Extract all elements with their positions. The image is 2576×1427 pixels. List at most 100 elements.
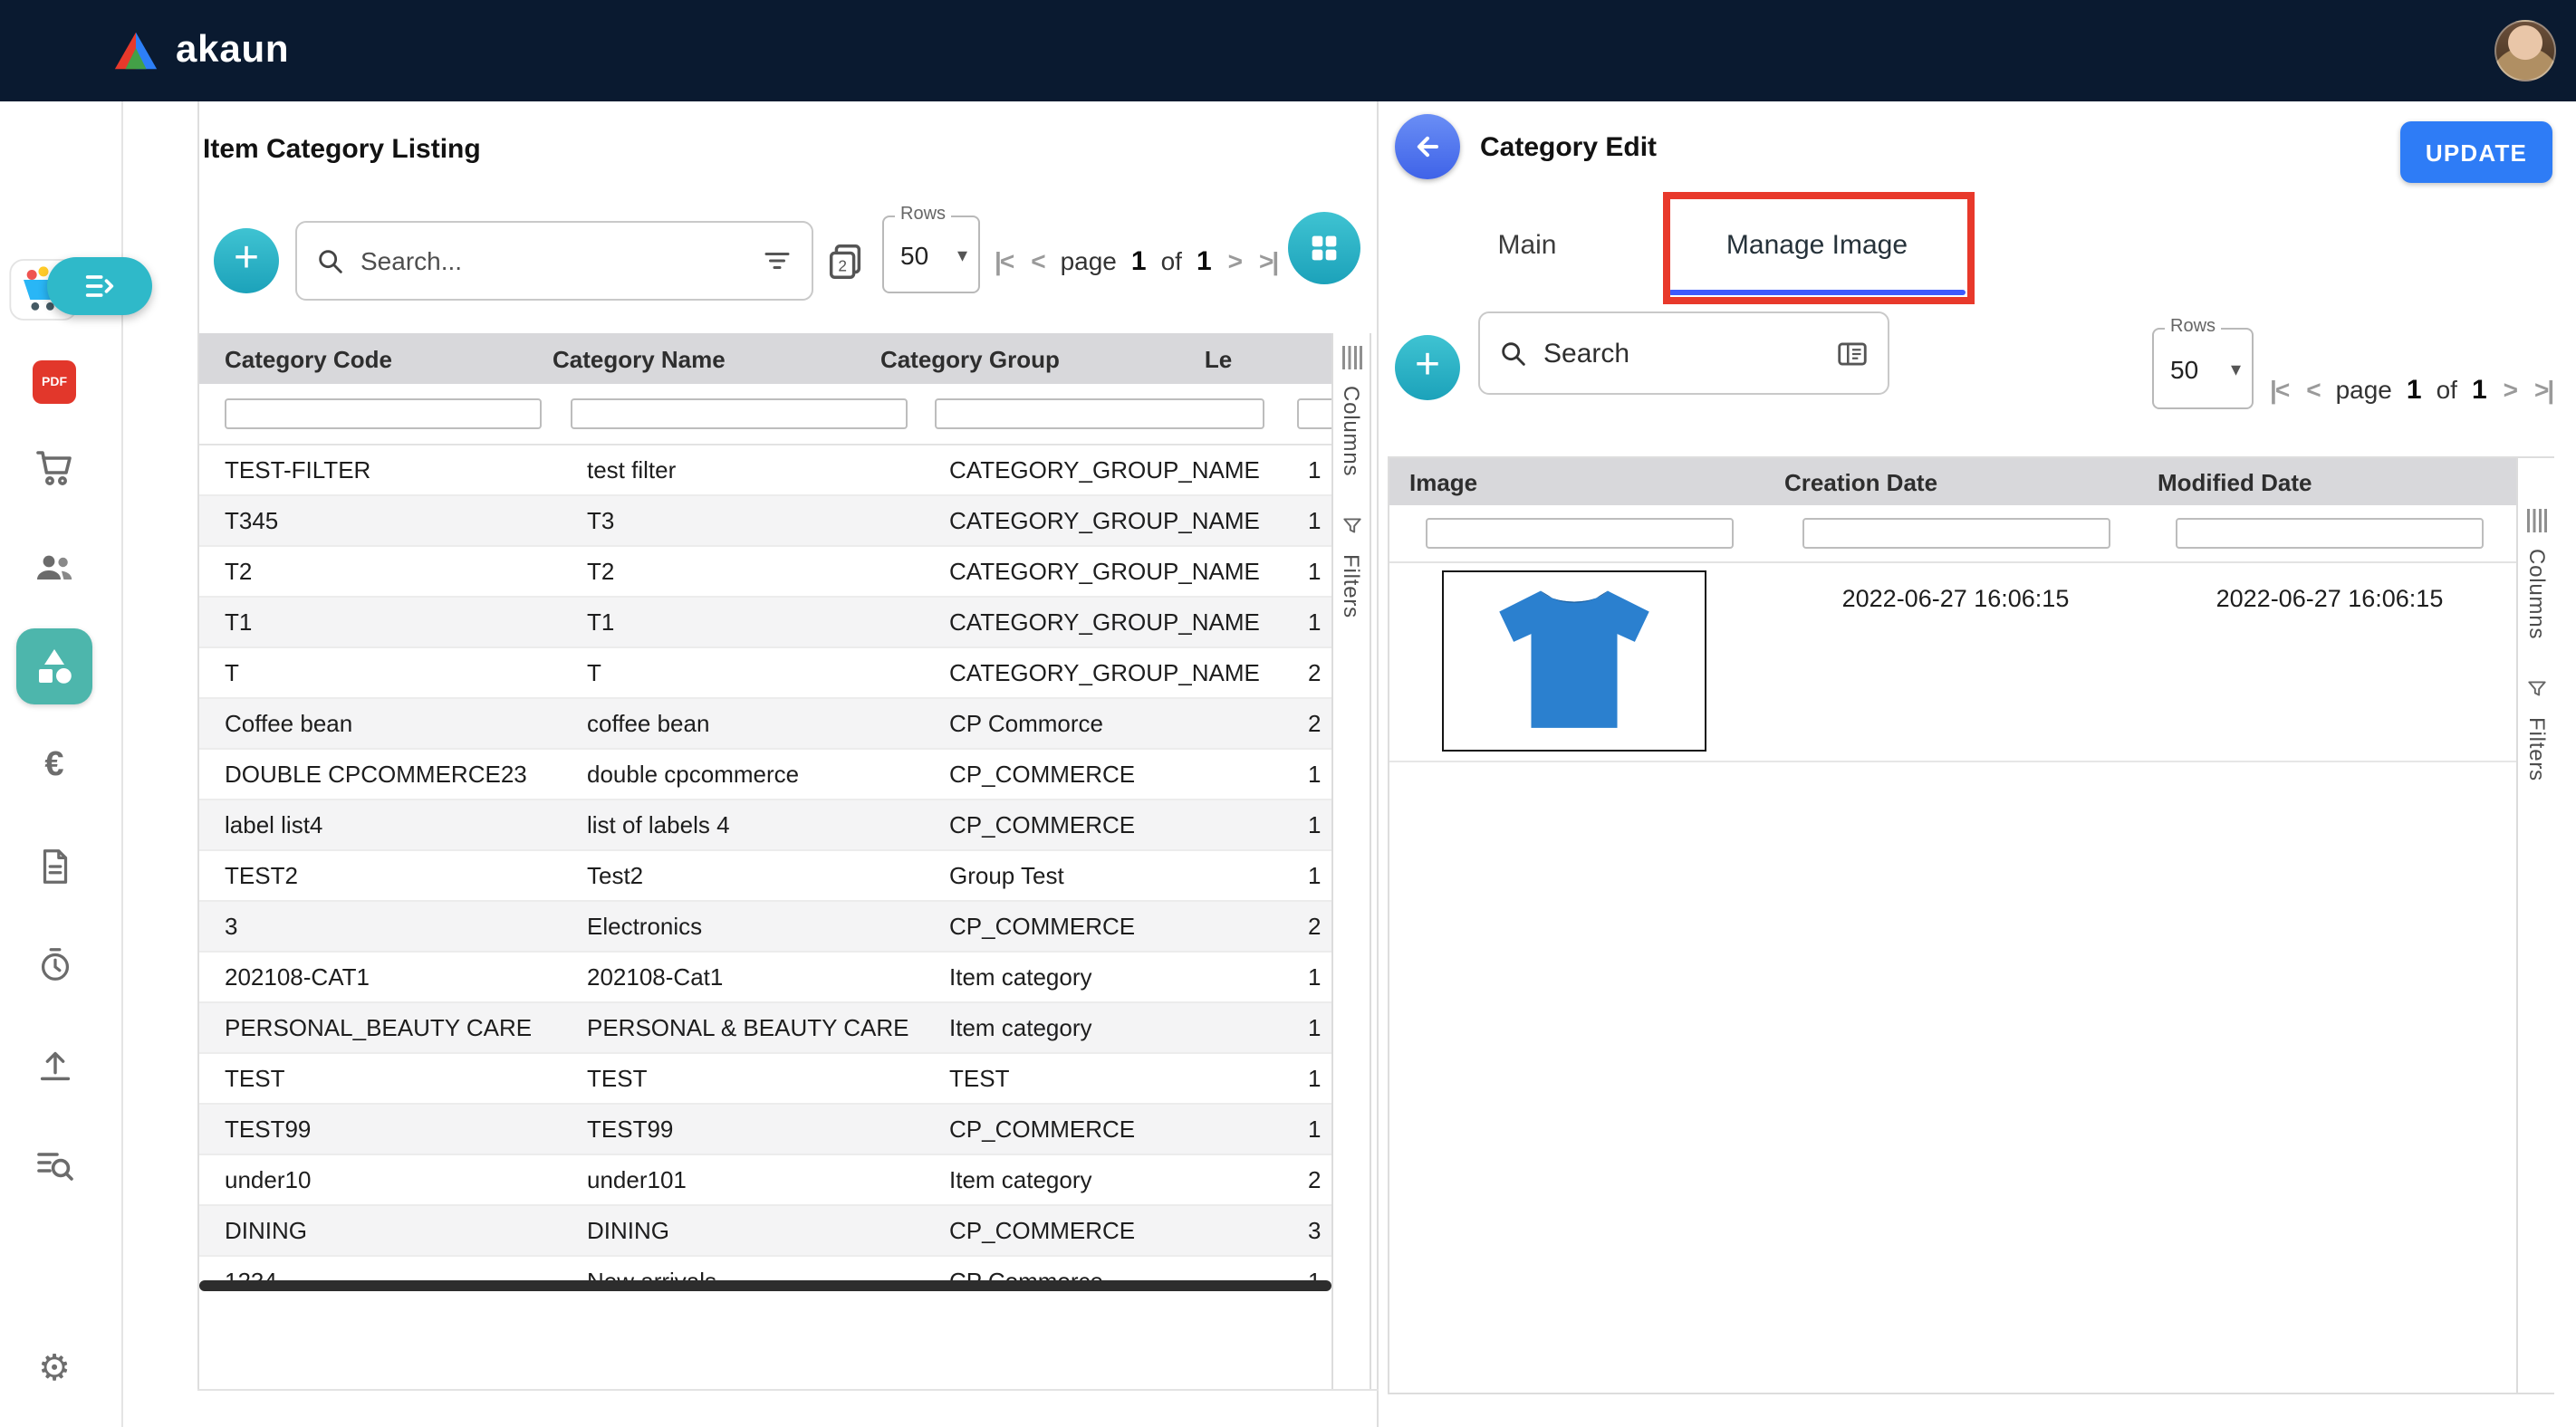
cell-category-name: DINING [562,1217,924,1244]
rows-per-page-selector[interactable]: Rows 50 ▾ [882,215,980,293]
columns-toggle[interactable]: Columns [2524,549,2550,639]
sidebar-toggle-button[interactable] [47,257,152,315]
column-header-category-code[interactable]: Category Code [199,345,527,372]
sidebar-item-audit-search[interactable] [11,1132,98,1197]
cell-level: 1 [1286,558,1331,585]
sidebar-item-upload[interactable] [11,1032,98,1097]
table-row[interactable]: label list4list of labels 4CP_COMMERCE1 [199,800,1331,851]
duplicate-pages-icon[interactable]: 2 [824,241,866,283]
table-row[interactable]: T2T2CATEGORY_GROUP_NAME1 [199,547,1331,598]
filter-input-creation-date[interactable] [1802,518,2110,549]
left-panel-bottom-border [197,1389,1379,1391]
table-row[interactable]: TTCATEGORY_GROUP_NAME2 [199,648,1331,699]
cell-level: 1 [1286,761,1331,788]
filters-toggle[interactable]: Filters [2524,717,2550,781]
filter-input-modified-date[interactable] [2176,518,2484,549]
table-row[interactable]: DOUBLE CPCOMMERCE23double cpcommerceCP_C… [199,750,1331,800]
table-row[interactable]: DININGDININGCP_COMMERCE3 [199,1206,1331,1257]
table-row[interactable]: 2022-06-27 16:06:15 2022-06-27 16:06:15 [1389,563,2516,762]
filters-toggle[interactable]: Filters [1339,554,1364,618]
category-image-thumbnail[interactable] [1442,570,1706,752]
table-row[interactable]: Coffee beancoffee beanCP Commorce2 [199,699,1331,750]
last-page-button[interactable]: >| [1257,246,1279,275]
search-input[interactable] [360,246,746,275]
table-view-icon[interactable] [1835,336,1870,370]
filter-input-level[interactable] [1297,398,1331,429]
filter-funnel-icon[interactable] [1340,514,1363,538]
table-row[interactable]: T345T3CATEGORY_GROUP_NAME1 [199,496,1331,547]
plus-icon: + [234,237,259,281]
sidebar-item-pdf[interactable]: PDF [11,350,98,415]
cell-category-code: TEST [199,1065,562,1092]
cell-level: 3 [1286,1217,1331,1244]
pdf-icon: PDF [33,360,76,404]
cell-category-name: T1 [562,608,924,636]
cell-category-code: T345 [199,507,562,534]
cell-category-group: CATEGORY_GROUP_NAME [924,659,1286,686]
first-page-button[interactable]: |< [993,246,1014,275]
total-pages: 1 [2472,374,2487,405]
column-header-category-name[interactable]: Category Name [527,345,855,372]
sidebar-item-currency[interactable]: € [11,733,98,799]
table-row[interactable]: TEST2Test2Group Test1 [199,851,1331,902]
sidebar-item-item-category[interactable] [16,628,92,704]
drag-handle-icon[interactable] [2527,509,2547,532]
grid-view-button[interactable] [1288,212,1360,284]
sidebar-item-history[interactable] [11,931,98,996]
prev-page-button[interactable]: < [1029,246,1045,275]
add-image-button[interactable]: + [1395,335,1460,400]
cell-category-group: CP_COMMERCE [924,1217,1286,1244]
table-row[interactable]: 3ElectronicsCP_COMMERCE2 [199,902,1331,953]
update-button[interactable]: UPDATE [2400,121,2552,183]
column-header-modified-date[interactable]: Modified Date [2143,468,2516,495]
sidebar-item-documents[interactable] [11,833,98,898]
first-page-button[interactable]: |< [2268,375,2290,404]
pagination: |< < page 1 of 1 > >| [2268,350,2554,429]
next-page-button[interactable]: > [1226,246,1243,275]
back-button[interactable] [1395,114,1460,179]
filter-input-category-group[interactable] [935,398,1264,429]
table-row[interactable]: PERSONAL_BEAUTY CAREPERSONAL & BEAUTY CA… [199,1003,1331,1054]
column-header-image[interactable]: Image [1389,468,1768,495]
apps-grid-icon [1306,230,1342,266]
filter-list-icon[interactable] [761,244,793,277]
table-row[interactable]: TESTTESTTEST1 [199,1054,1331,1105]
panel-divider [1377,101,1379,1427]
avatar[interactable] [2494,20,2556,81]
cell-category-code: T1 [199,608,562,636]
svg-text:2: 2 [838,257,847,275]
table-row[interactable]: T1T1CATEGORY_GROUP_NAME1 [199,598,1331,648]
table-row[interactable]: TEST-FILTERtest filterCATEGORY_GROUP_NAM… [199,445,1331,496]
filter-input-category-code[interactable] [225,398,542,429]
image-search-input[interactable] [1543,339,1821,368]
filter-input-image[interactable] [1426,518,1734,549]
next-page-button[interactable]: > [2502,375,2518,404]
active-tab-indicator [1668,290,1966,295]
image-search-box [1478,311,1889,395]
add-category-button[interactable]: + [214,228,279,293]
plus-icon: + [1415,344,1440,388]
column-header-creation-date[interactable]: Creation Date [1768,468,2143,495]
columns-toggle[interactable]: Columns [1339,386,1364,476]
last-page-button[interactable]: >| [2533,375,2554,404]
rows-per-page-selector[interactable]: Rows 50 ▾ [2152,328,2254,409]
cell-level: 2 [1286,913,1331,940]
cell-level: 1 [1286,1014,1331,1041]
tab-manage-image[interactable]: Manage Image [1699,217,1935,272]
table-row[interactable]: 202108-CAT1202108-Cat1Item category1 [199,953,1331,1003]
tab-main[interactable]: Main [1471,217,1583,272]
sidebar-item-contacts[interactable] [11,534,98,599]
horizontal-scrollbar[interactable] [199,1280,1331,1291]
filter-funnel-icon[interactable] [2525,677,2549,701]
sidebar-item-cart[interactable] [11,435,98,500]
prev-page-button[interactable]: < [2304,375,2321,404]
column-header-category-group[interactable]: Category Group [855,345,1183,372]
column-header-level[interactable]: Le [1183,345,1331,372]
cell-category-group: Item category [924,963,1286,991]
filter-input-category-name[interactable] [571,398,908,429]
sidebar-item-settings[interactable]: ⚙ [11,1336,98,1402]
table-row[interactable]: TEST99TEST99CP_COMMERCE1 [199,1105,1331,1155]
drag-handle-icon[interactable] [1341,346,1361,369]
table-row[interactable]: under10under101Item category2 [199,1155,1331,1206]
cell-category-group: CP_COMMERCE [924,811,1286,838]
